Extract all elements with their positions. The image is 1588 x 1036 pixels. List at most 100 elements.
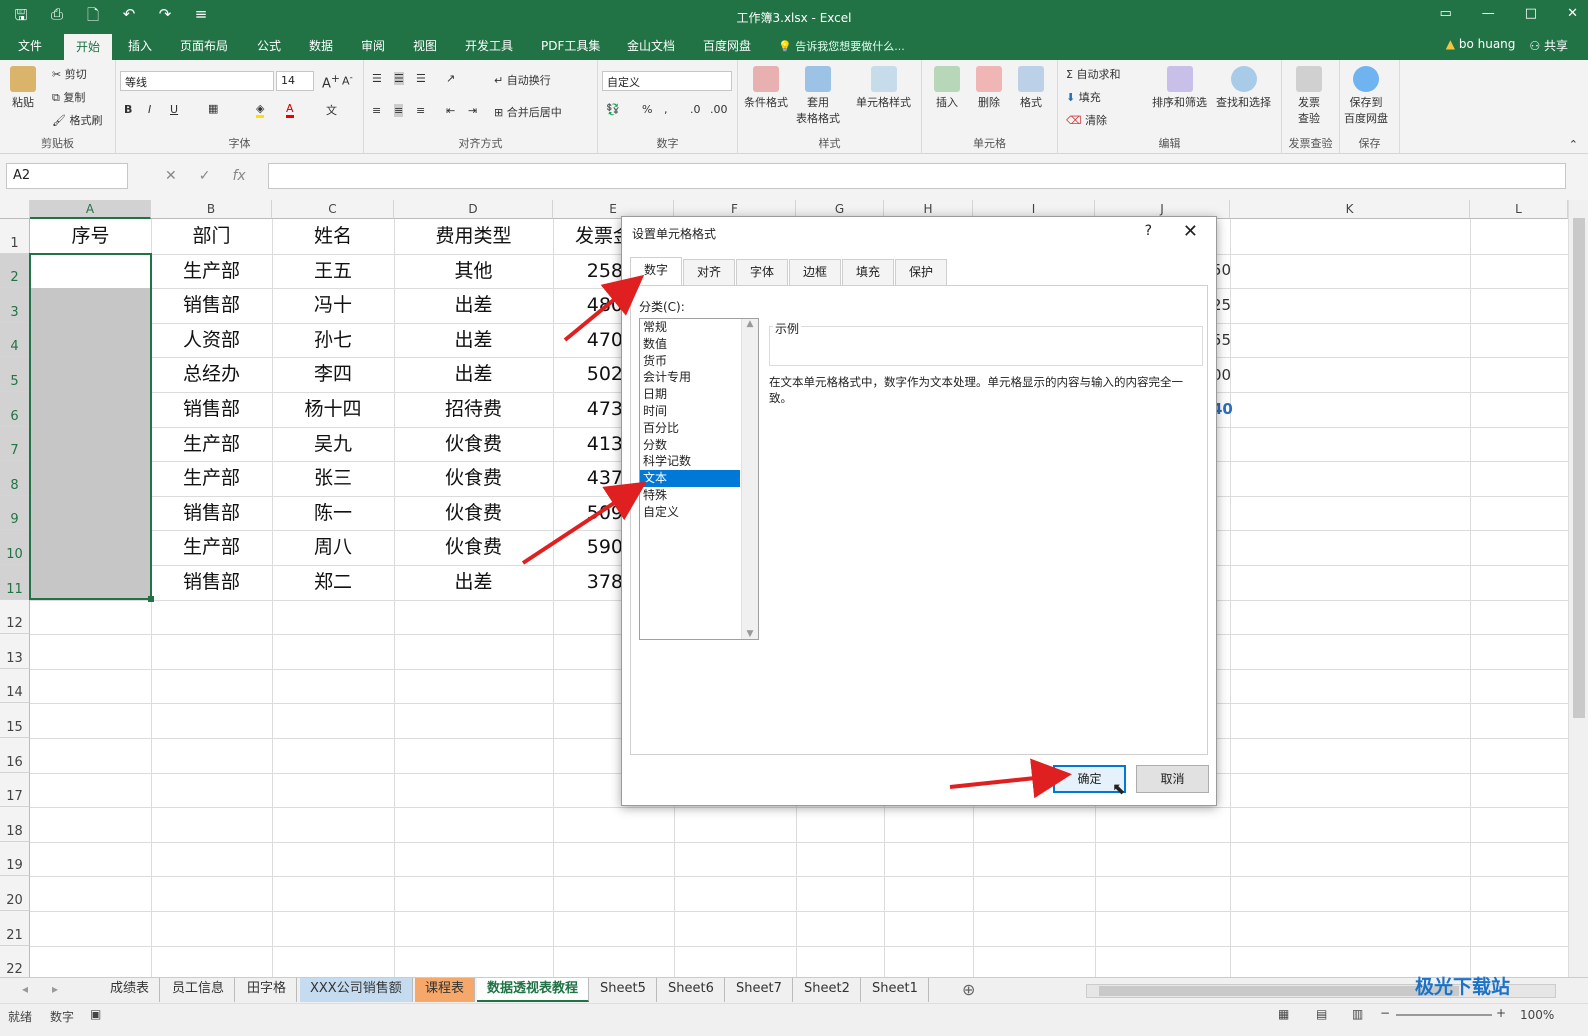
row-header[interactable]: 2 (0, 253, 30, 289)
currency-icon[interactable]: 💱 (606, 103, 620, 116)
table-cell[interactable]: 258 (553, 254, 623, 288)
tab-home[interactable]: 开始 (64, 34, 113, 61)
sheet-tab-7[interactable]: Sheet5 (590, 978, 657, 1002)
cut-button[interactable]: ✂ 剪切 (52, 66, 87, 82)
table-cell[interactable]: 生产部 (151, 254, 272, 288)
category-item[interactable]: 日期 (640, 386, 740, 403)
decrease-decimal-icon[interactable]: .00 (710, 103, 728, 116)
category-item[interactable]: 特殊 (640, 487, 740, 504)
fx-icon[interactable]: fx (232, 168, 245, 184)
header-cell[interactable]: 费用类型 (394, 219, 553, 253)
category-item[interactable]: 百分比 (640, 420, 740, 437)
table-cell[interactable]: 生产部 (151, 427, 272, 461)
table-cell[interactable]: 李四 (272, 357, 394, 391)
col-header-c[interactable]: C (272, 200, 394, 219)
category-item[interactable]: 自定义 (640, 504, 740, 521)
row-header[interactable]: 6 (0, 392, 30, 427)
enter-icon[interactable]: ✓ (199, 168, 211, 184)
border-icon[interactable]: ▦ (208, 102, 218, 115)
dialog-close-button[interactable]: ✕ (1183, 221, 1198, 242)
zoom-out-icon[interactable]: − (1380, 1006, 1390, 1020)
tab-formulas[interactable]: 公式 (257, 37, 281, 54)
align-middle-icon[interactable]: ☰ (394, 72, 404, 85)
table-cell[interactable]: 出差 (394, 288, 553, 322)
row-header[interactable]: 11 (0, 565, 30, 600)
table-cell[interactable]: 招待费 (394, 392, 553, 426)
table-cell[interactable]: 出差 (394, 323, 553, 357)
table-cell[interactable]: 473 (553, 392, 623, 426)
conditional-format-button[interactable]: 条件格式 (744, 66, 788, 110)
paste-button[interactable]: 粘贴 (10, 66, 36, 110)
category-scrollbar[interactable]: ▲ ▼ (741, 319, 758, 639)
scroll-left-icon[interactable]: ◂ (22, 982, 28, 996)
header-cell[interactable]: 姓名 (272, 219, 394, 253)
tell-me-input[interactable]: 💡 告诉我您想要做什么... (778, 38, 905, 54)
indent-increase-icon[interactable]: ⇥ (468, 104, 477, 117)
zoom-in-icon[interactable]: + (1496, 1006, 1506, 1020)
table-cell[interactable]: 437 (553, 461, 623, 495)
category-item[interactable]: 时间 (640, 403, 740, 420)
select-all-corner[interactable] (0, 200, 30, 219)
zoom-level[interactable]: 100% (1520, 1008, 1554, 1022)
table-cell[interactable]: 孙七 (272, 323, 394, 357)
tab-page-layout[interactable]: 页面布局 (180, 37, 228, 54)
row-header[interactable]: 14 (0, 668, 30, 704)
tab-insert[interactable]: 插入 (128, 37, 152, 54)
save-baidu-button[interactable]: 保存到 百度网盘 (1344, 66, 1388, 126)
insert-cells-button[interactable]: 插入 (934, 66, 960, 110)
category-item[interactable]: 会计专用 (640, 369, 740, 386)
grow-font-icon[interactable]: A+ (322, 72, 340, 91)
bold-button[interactable]: B (124, 103, 132, 116)
table-cell[interactable]: 人资部 (151, 323, 272, 357)
scroll-down-icon[interactable]: ▼ (742, 629, 758, 639)
autosum-button[interactable]: Σ 自动求和 (1066, 66, 1120, 82)
user-name[interactable]: ▲ bo huang (1446, 37, 1516, 54)
tab-developer[interactable]: 开发工具 (465, 37, 513, 54)
table-cell[interactable]: 张三 (272, 461, 394, 495)
table-cell[interactable]: 502 (553, 357, 623, 391)
tab-fill[interactable]: 填充 (842, 259, 894, 285)
sort-filter-button[interactable]: 排序和筛选 (1152, 66, 1207, 110)
font-name-select[interactable]: 等线 (120, 71, 274, 91)
name-box[interactable]: A2 (6, 163, 128, 189)
table-cell[interactable]: 总经办 (151, 357, 272, 391)
table-cell[interactable]: 伙食费 (394, 461, 553, 495)
col-header-a[interactable]: A (30, 200, 151, 219)
tab-review[interactable]: 审阅 (361, 37, 385, 54)
align-center-icon[interactable]: ≡ (394, 104, 404, 117)
sheet-tab-11[interactable]: Sheet1 (862, 978, 929, 1002)
align-left-icon[interactable]: ≡ (372, 104, 381, 117)
scroll-up-icon[interactable]: ▲ (742, 319, 758, 329)
category-item[interactable]: 数值 (640, 336, 740, 353)
table-cell[interactable]: 413 (553, 427, 623, 461)
row-header[interactable]: 20 (0, 876, 30, 911)
cell-styles-button[interactable]: 单元格样式 (856, 66, 911, 110)
formula-input[interactable] (268, 163, 1566, 189)
row-header[interactable]: 16 (0, 738, 30, 773)
row-header[interactable]: 1 (0, 219, 30, 254)
increase-decimal-icon[interactable]: .0 (690, 103, 701, 116)
row-header[interactable]: 18 (0, 807, 30, 842)
format-painter-button[interactable]: 🖌 格式刷 (52, 112, 102, 128)
cancel-icon[interactable]: ✕ (165, 168, 177, 184)
table-cell[interactable]: 378 (553, 565, 623, 599)
font-size-select[interactable]: 14 (276, 71, 314, 91)
col-header-b[interactable]: B (151, 200, 272, 219)
col-header-l[interactable]: L (1470, 200, 1568, 219)
header-cell[interactable]: 序号 (30, 219, 151, 253)
category-item[interactable]: 文本 (640, 470, 740, 487)
table-cell[interactable]: 伙食费 (394, 530, 553, 564)
category-item[interactable]: 货币 (640, 353, 740, 370)
copy-button[interactable]: ⧉ 复制 (52, 89, 85, 105)
table-cell[interactable]: 509 (553, 496, 623, 530)
row-header[interactable]: 15 (0, 703, 30, 738)
comma-icon[interactable]: , (664, 103, 668, 116)
category-item[interactable]: 分数 (640, 437, 740, 454)
ribbon-display-icon[interactable]: ▭ (1440, 6, 1452, 21)
row-header[interactable]: 21 (0, 911, 30, 946)
row-header[interactable]: 8 (0, 461, 30, 496)
tab-kdocs[interactable]: 金山文档 (627, 37, 675, 54)
row-header[interactable]: 7 (0, 426, 30, 462)
category-list[interactable]: 常规 数值 货币 会计专用 日期 时间 百分比 分数 科学记数 文本 特殊 自定义 ▲ ▼ (639, 318, 759, 640)
clear-button[interactable]: ⌫ 清除 (1066, 112, 1107, 128)
